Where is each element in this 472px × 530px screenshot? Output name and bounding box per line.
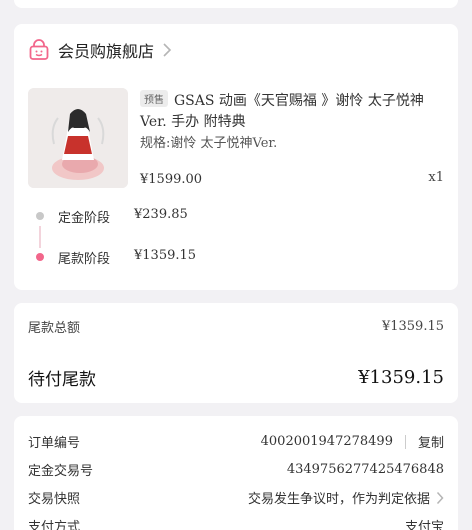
balance-stage-label: 尾款阶段	[58, 252, 111, 267]
payment-label: 支付方式	[28, 520, 81, 530]
order-info-card: 订单编号 4002001947278499 复制 定金交易号 434975627…	[14, 416, 458, 530]
pending-balance-value: ¥1359.15	[358, 367, 444, 388]
balance-total-value: ¥1359.15	[381, 319, 444, 334]
deposit-stage-label: 定金阶段	[58, 211, 111, 226]
order-number-row: 订单编号 4002001947278499 复制	[28, 432, 444, 451]
chevron-right-icon	[163, 43, 172, 57]
product-spec: 规格:谢怜 太子悦神Ver.	[140, 136, 278, 151]
balance-total-label: 尾款总额	[28, 321, 81, 336]
snapshot-text: 交易发生争议时，作为判定依据	[247, 492, 430, 507]
product-title-block[interactable]: 预售 GSAS 动画《天官赐福 》谢怜 太子悦神Ver. 手办 附特典	[140, 90, 440, 132]
deposit-txn-row: 定金交易号 4349756277425476848	[28, 460, 444, 479]
copy-button[interactable]: 复制	[418, 432, 444, 451]
figure-image	[28, 88, 128, 188]
deposit-txn-value: 4349756277425476848	[286, 462, 444, 477]
snapshot-label: 交易快照	[28, 492, 81, 507]
product-title: GSAS 动画《天官赐福 》谢怜 太子悦神Ver. 手办 附特典	[140, 93, 424, 130]
shop-name: 会员购旗舰店	[58, 42, 155, 61]
shop-header[interactable]: 会员购旗舰店	[28, 38, 172, 62]
product-quantity: x1	[428, 170, 444, 185]
balance-stage-amount: ¥1359.15	[134, 248, 197, 263]
product-thumbnail[interactable]	[28, 88, 128, 188]
shop-bag-icon	[29, 39, 49, 60]
snapshot-row[interactable]: 交易快照 交易发生争议时，作为判定依据	[28, 488, 444, 507]
pending-balance-row: 待付尾款 ¥1359.15	[28, 365, 444, 390]
payment-value: 支付宝	[404, 520, 444, 530]
stage-connector-line	[39, 226, 41, 248]
order-number-label: 订单编号	[28, 436, 81, 451]
top-card-edge	[14, 0, 458, 8]
balance-total-row: 尾款总额 ¥1359.15	[28, 317, 444, 336]
deposit-stage-amount: ¥239.85	[134, 207, 188, 222]
product-price: ¥1599.00	[140, 172, 203, 187]
order-number-value: 4002001947278499	[260, 434, 393, 449]
pending-balance-label: 待付尾款	[28, 370, 96, 390]
presale-badge: 预售	[140, 90, 168, 107]
chevron-right-icon	[436, 491, 444, 504]
deposit-stage-dot	[36, 212, 44, 220]
deposit-txn-label: 定金交易号	[28, 464, 94, 479]
balance-stage-dot	[36, 253, 44, 261]
balance-card: 尾款总额 ¥1359.15 待付尾款 ¥1359.15	[14, 303, 458, 403]
order-card: 会员购旗舰店 预售 GSAS 动画《天官赐福 》谢怜 太子悦神Ver. 手办 附特…	[14, 24, 458, 290]
divider	[404, 434, 406, 449]
payment-row: 支付方式 支付宝	[28, 516, 444, 530]
